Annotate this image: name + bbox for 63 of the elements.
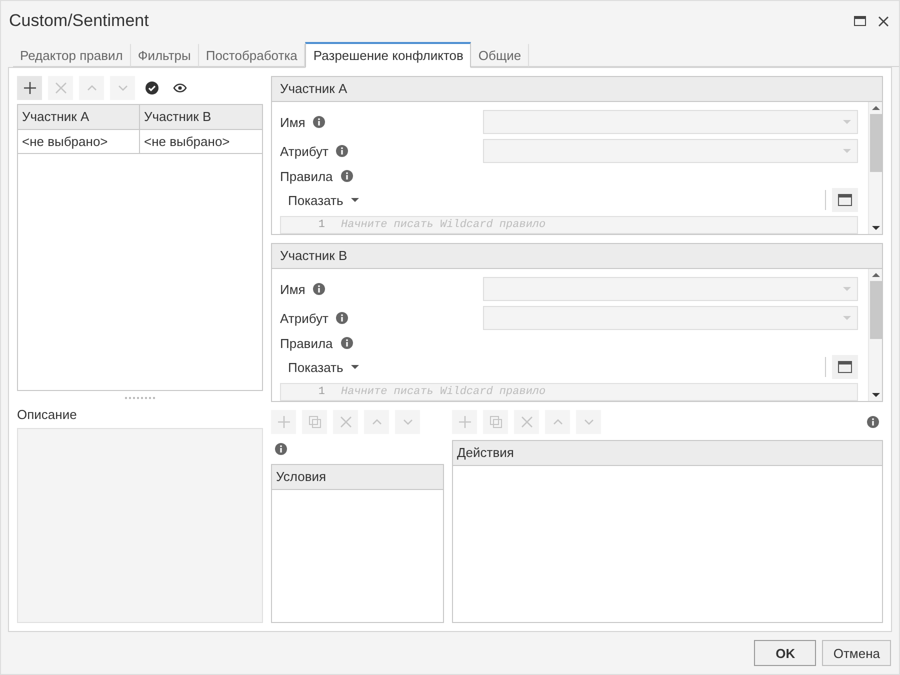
line-number: 1 [317,218,326,231]
window-title: Custom/Sentiment [9,11,150,31]
description-label: Описание [17,406,78,424]
info-icon [275,443,287,455]
close-icon [520,415,534,429]
maximize-icon[interactable] [854,16,866,26]
close-icon [54,81,68,95]
scrollbar[interactable] [868,269,882,401]
plus-icon [22,81,36,95]
check-circle-icon [145,81,159,95]
dialog-button[interactable]: Отмена [822,640,891,666]
caret-icon [351,198,360,202]
plus-icon [276,415,290,429]
show-dropdown-button[interactable]: Показать [280,360,368,375]
info-icon [867,416,879,428]
editor-placeholder: Начните писать Wildcard правило [341,218,546,231]
column-header[interactable]: Участник B [140,105,262,130]
field-label: Имя [280,282,306,297]
maximize-editor-button[interactable] [832,188,858,212]
field-label: Атрибут [280,144,328,159]
plus-icon [458,415,472,429]
close-icon [338,415,352,429]
close-icon[interactable] [878,16,889,26]
description-field[interactable] [17,428,263,623]
scrollbar[interactable] [868,102,882,234]
field-label: Атрибут [280,310,328,326]
panel-header: Участник B [272,244,882,269]
caret-icon [843,316,851,320]
maximize-editor-button[interactable] [832,355,858,380]
column-header: Условия [272,465,443,490]
scroll-down-icon [872,393,880,397]
tab[interactable]: Разрешение конфликтов [305,42,472,68]
field-label: Правила [280,168,333,184]
scroll-down-icon [872,226,880,230]
caret-icon [843,149,851,154]
info-icon [313,283,326,296]
scroll-up-icon [872,106,880,110]
info-icon [336,312,348,324]
copy-icon [488,415,502,429]
window-icon [838,194,852,206]
info-icon [336,145,348,158]
add-button[interactable] [17,76,42,100]
info-icon [340,170,353,182]
caret-icon [843,120,851,124]
caret-icon [843,287,851,292]
field-label: Правила [280,336,333,351]
dialog-button[interactable]: OK [754,640,816,666]
editor-placeholder: Начните писать Wildcard правило [341,386,546,398]
show-dropdown-button[interactable]: Показать [280,192,368,208]
column-header: Действия [453,441,882,466]
scroll-up-icon [872,273,880,277]
field-label: Имя [280,114,306,130]
info-icon [313,116,326,128]
window-icon [838,361,852,374]
panel-header: Участник A [272,77,882,102]
copy-icon [308,415,322,429]
caret-icon [351,365,360,370]
table-cell[interactable]: <не выбрано> [140,130,262,154]
info-icon [340,337,353,350]
column-header[interactable]: Участник A [18,105,140,130]
line-number: 1 [317,386,326,398]
eye-icon [173,81,187,95]
table-cell[interactable]: <не выбрано> [18,130,140,154]
